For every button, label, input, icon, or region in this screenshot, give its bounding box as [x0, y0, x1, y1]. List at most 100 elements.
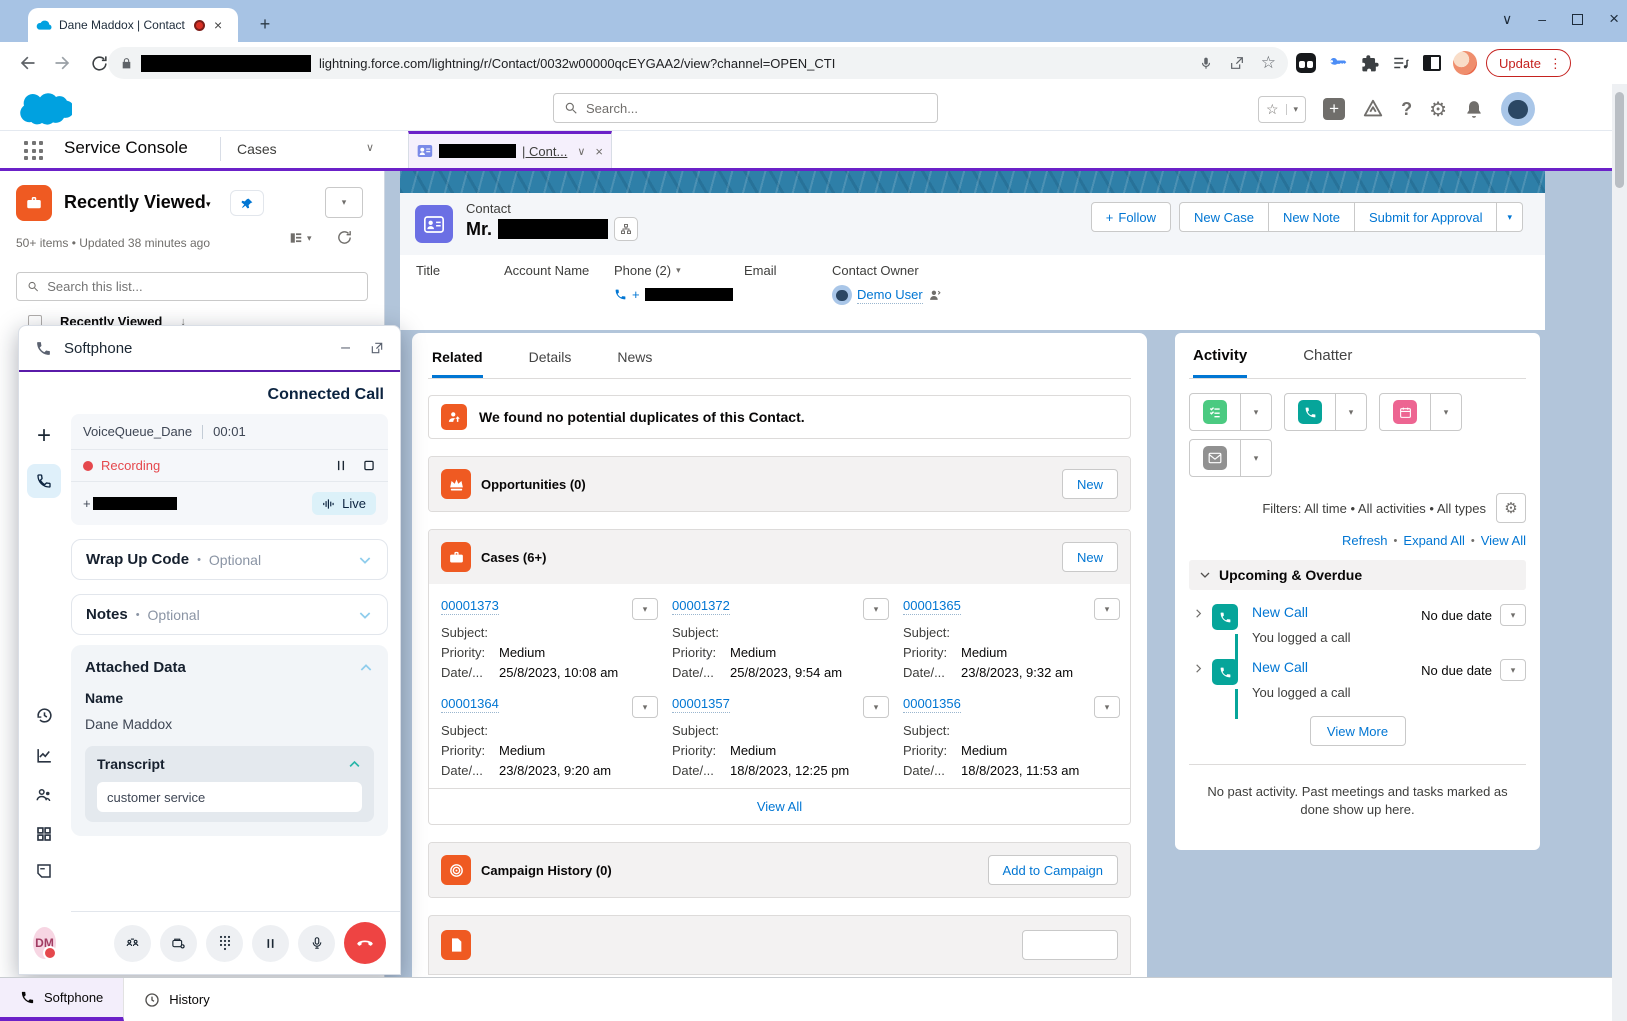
help-icon[interactable]: ?: [1401, 99, 1412, 120]
favorites-caret-icon[interactable]: ▾: [1286, 104, 1306, 115]
live-transcription-chip[interactable]: Live: [312, 492, 376, 515]
new-case-button[interactable]: New Case: [1179, 202, 1269, 232]
activity-item-link[interactable]: New Call: [1252, 659, 1308, 675]
dialpad-button[interactable]: [206, 925, 243, 962]
case-number-link[interactable]: 00001356: [903, 696, 961, 713]
setup-gear-icon[interactable]: ⚙: [1429, 97, 1447, 122]
case-row-menu-button[interactable]: ▾: [863, 598, 889, 620]
expand-item-icon[interactable]: [1193, 663, 1204, 700]
refresh-link[interactable]: Refresh: [1342, 533, 1388, 548]
browser-update-button[interactable]: Update ⋮: [1486, 49, 1571, 77]
campaign-title-link[interactable]: Campaign History (0): [481, 863, 612, 878]
extensions-puzzle-icon[interactable]: [1360, 54, 1379, 73]
extension-key-icon[interactable]: [1328, 53, 1348, 73]
owner-link[interactable]: Demo User: [857, 287, 923, 304]
email-split-button[interactable]: ▾: [1189, 439, 1272, 477]
case-row-menu-button[interactable]: ▾: [1094, 696, 1120, 718]
list-selector-caret-icon[interactable]: ▾: [206, 199, 211, 210]
email-caret-icon[interactable]: ▾: [1240, 440, 1271, 476]
add-to-campaign-button[interactable]: Add to Campaign: [988, 855, 1118, 885]
side-panel-icon[interactable]: [1423, 55, 1441, 71]
transcript-header[interactable]: Transcript: [97, 756, 362, 772]
display-as-button[interactable]: ▾: [288, 231, 312, 245]
utility-tab-history[interactable]: History: [124, 978, 229, 1021]
cases-title-link[interactable]: Cases (6+): [481, 550, 546, 565]
tab-activity[interactable]: Activity: [1193, 347, 1247, 378]
case-row-menu-button[interactable]: ▾: [1094, 598, 1120, 620]
case-row-menu-button[interactable]: ▾: [632, 696, 658, 718]
end-call-button[interactable]: [344, 922, 386, 964]
back-icon[interactable]: [12, 48, 42, 78]
bookmark-star-icon[interactable]: ☆: [1261, 53, 1276, 73]
submit-for-approval-button[interactable]: Submit for Approval: [1355, 202, 1497, 232]
task-caret-icon[interactable]: ▾: [1240, 394, 1271, 430]
browser-menu-chevron-icon[interactable]: ∨: [1502, 11, 1512, 28]
expand-item-icon[interactable]: [1193, 608, 1204, 645]
activity-item-link[interactable]: New Call: [1252, 604, 1308, 620]
wrap-up-code-section[interactable]: Wrap Up Code • Optional: [71, 539, 388, 580]
extension-robot-icon[interactable]: [1296, 53, 1316, 73]
vertical-scrollbar[interactable]: [1612, 84, 1627, 1021]
event-caret-icon[interactable]: ▾: [1430, 394, 1461, 430]
scrollbar-thumb[interactable]: [1615, 92, 1624, 188]
case-row-menu-button[interactable]: ▾: [632, 598, 658, 620]
window-maximize-icon[interactable]: [1572, 14, 1583, 25]
tab-chatter[interactable]: Chatter: [1303, 347, 1352, 378]
cases-tab-caret-icon[interactable]: ∨: [366, 141, 374, 154]
filters-summary[interactable]: Filters: All time • All activities • All…: [1262, 501, 1486, 516]
follow-button[interactable]: + Follow: [1091, 202, 1171, 232]
new-task-split-button[interactable]: ▾: [1189, 393, 1272, 431]
list-actions-button[interactable]: ▾: [325, 187, 363, 218]
window-close-icon[interactable]: ×: [1609, 9, 1619, 29]
activity-item-menu-button[interactable]: ▾: [1500, 659, 1526, 681]
refresh-list-icon[interactable]: [336, 229, 353, 246]
address-bar[interactable]: lightning.force.com/lightning/r/Contact/…: [108, 47, 1288, 79]
transcript-input[interactable]: [97, 782, 362, 812]
attached-data-header[interactable]: Attached Data: [85, 659, 374, 676]
cases-view-all-link[interactable]: View All: [757, 799, 802, 814]
performance-chart-icon[interactable]: [35, 746, 54, 765]
more-actions-button[interactable]: ▾: [1497, 202, 1523, 232]
tab-details[interactable]: Details: [529, 349, 572, 378]
tab-close-icon[interactable]: ×: [595, 144, 603, 159]
list-search-input[interactable]: [47, 279, 357, 294]
view-all-link[interactable]: View All: [1481, 533, 1526, 548]
case-number-link[interactable]: 00001372: [672, 598, 730, 615]
task-icon[interactable]: [1203, 400, 1227, 424]
email-icon[interactable]: [1203, 446, 1227, 470]
opportunities-title-link[interactable]: Opportunities (0): [481, 477, 586, 492]
list-title[interactable]: Recently Viewed: [64, 192, 206, 213]
tab-related[interactable]: Related: [432, 349, 483, 378]
new-case-button-related[interactable]: New: [1062, 542, 1118, 572]
case-number-link[interactable]: 00001357: [672, 696, 730, 713]
minimize-softphone-icon[interactable]: –: [341, 339, 350, 357]
tab-caret-icon[interactable]: ∨: [577, 145, 585, 158]
view-more-button[interactable]: View More: [1310, 716, 1406, 746]
nav-tab-cases[interactable]: Cases: [237, 141, 277, 157]
tab-close-icon[interactable]: ×: [214, 17, 222, 33]
call-caret-icon[interactable]: ▾: [1335, 394, 1366, 430]
browser-profile-avatar[interactable]: [1453, 51, 1477, 75]
active-workspace-tab[interactable]: | Cont... ∨ ×: [408, 131, 612, 168]
notifications-bell-icon[interactable]: [1464, 99, 1484, 120]
guidance-center-icon[interactable]: [1362, 98, 1384, 120]
agents-icon[interactable]: [34, 786, 54, 804]
notes-card-icon[interactable]: [35, 862, 53, 880]
browser-kebab-icon[interactable]: ⋮: [1549, 57, 1562, 70]
phone-caret-icon[interactable]: ▾: [676, 265, 681, 276]
call-history-icon[interactable]: [35, 706, 54, 725]
hold-call-button[interactable]: [252, 925, 289, 962]
swap-device-button[interactable]: [160, 925, 197, 962]
tab-news[interactable]: News: [617, 349, 652, 378]
share-icon[interactable]: [1229, 55, 1245, 71]
list-search-box[interactable]: [16, 272, 368, 301]
global-actions-icon[interactable]: +: [1323, 98, 1345, 120]
view-hierarchy-button[interactable]: [614, 217, 638, 241]
favorite-star-icon[interactable]: ☆: [1259, 101, 1286, 118]
pause-recording-icon[interactable]: [334, 458, 348, 473]
activity-item-menu-button[interactable]: ▾: [1500, 604, 1526, 626]
utility-tab-softphone[interactable]: Softphone: [0, 978, 124, 1021]
log-call-split-button[interactable]: ▾: [1284, 393, 1367, 431]
stop-recording-icon[interactable]: [362, 458, 376, 473]
notes-section[interactable]: Notes • Optional: [71, 594, 388, 635]
